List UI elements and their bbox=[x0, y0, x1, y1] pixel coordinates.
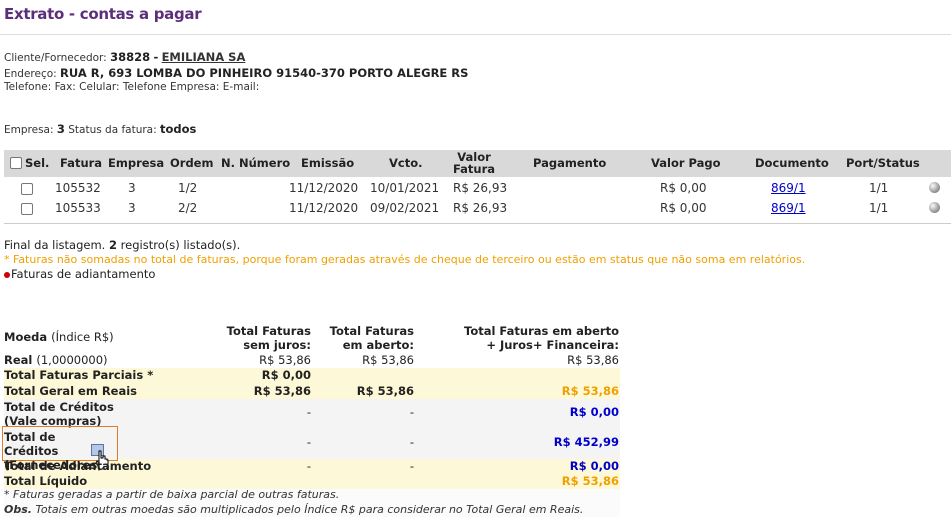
cell-valor-fatura: R$ 26,93 bbox=[453, 181, 508, 195]
header-pagamento: Pagamento bbox=[533, 156, 607, 170]
client-name-link[interactable]: EMILIANA SA bbox=[162, 50, 246, 64]
cell-vcto: 09/02/2021 bbox=[370, 201, 440, 215]
geral-em-aberto: R$ 53,86 bbox=[356, 384, 414, 398]
indice-label: (Índice R$) bbox=[51, 330, 114, 344]
page-title: Extrato - contas a pagar bbox=[4, 5, 202, 23]
record-count: 2 bbox=[109, 238, 118, 252]
cell-valor-pago: R$ 0,00 bbox=[660, 181, 707, 195]
real-sem-juros: R$ 53,86 bbox=[259, 353, 311, 367]
summary-note-obs: Obs. Totais em outras moedas são multipl… bbox=[4, 503, 583, 516]
header-valor-fatura: Valor Fatura bbox=[452, 150, 496, 176]
empresa-label: Empresa: bbox=[4, 124, 54, 136]
select-all-checkbox[interactable] bbox=[10, 157, 22, 169]
header-ordem: Ordem bbox=[170, 156, 214, 170]
empresa-value: 3 bbox=[56, 122, 65, 136]
document-link[interactable]: 869/1 bbox=[771, 201, 806, 215]
summary-label-vale-compras: Total de Créditos (Vale compras) bbox=[4, 400, 114, 428]
summary-label-adiantamento: Total de Adiantamento bbox=[4, 459, 152, 473]
header-fatura: Fatura bbox=[60, 156, 103, 170]
adiantamento-legend: Faturas de adiantamento bbox=[4, 267, 155, 281]
moeda-label: Moeda bbox=[4, 330, 48, 344]
listing-footer: Final da listagem. 2 registro(s) listado… bbox=[4, 238, 240, 252]
client-separator: - bbox=[153, 50, 159, 64]
status-value: todos bbox=[160, 122, 197, 136]
geral-sem-juros: R$ 53,86 bbox=[253, 384, 311, 398]
adiantamento-em-aberto: - bbox=[409, 459, 414, 473]
row-checkbox[interactable] bbox=[21, 183, 33, 195]
cell-emissao: 11/12/2020 bbox=[289, 201, 359, 215]
summary-label-real: Real (1,0000000) bbox=[4, 353, 108, 367]
summary-note-parciais: * Faturas geradas a partir de baixa parc… bbox=[4, 488, 340, 501]
final-suffix: registro(s) listado(s). bbox=[120, 238, 241, 252]
header-vcto: Vcto. bbox=[389, 156, 423, 170]
summary-label-geral: Total Geral em Reais bbox=[4, 384, 138, 398]
header-port-status: Port/Status bbox=[846, 156, 920, 170]
summary-header-sem-juros: Total Faturas sem juros: bbox=[226, 324, 311, 352]
header-valor-pago: Valor Pago bbox=[651, 156, 721, 170]
cell-vcto: 10/01/2021 bbox=[370, 181, 440, 195]
summary-label-liquido: Total Líquido bbox=[4, 474, 88, 488]
real-aberto-juros: R$ 53,86 bbox=[567, 353, 619, 367]
address-label: Endereço: bbox=[4, 68, 57, 80]
fornecedores-em-aberto: - bbox=[409, 435, 414, 449]
cell-fatura: 105532 bbox=[55, 181, 101, 195]
summary-header-moeda: Moeda (Índice R$) bbox=[4, 330, 114, 344]
geral-aberto-juros: R$ 53,86 bbox=[561, 384, 619, 398]
summary-label-parciais: Total Faturas Parciais * bbox=[4, 368, 154, 382]
liquido-aberto-juros: R$ 53,86 bbox=[561, 474, 619, 488]
cell-emissao: 11/12/2020 bbox=[289, 181, 359, 195]
adiantamento-sem-juros: - bbox=[306, 459, 311, 473]
row-checkbox[interactable] bbox=[21, 203, 33, 215]
cell-valor-fatura: R$ 26,93 bbox=[453, 201, 508, 215]
header-documento: Documento bbox=[755, 156, 829, 170]
client-code: 38828 bbox=[110, 50, 151, 64]
status-ball-icon[interactable] bbox=[929, 182, 940, 193]
adiantamento-aberto-juros: R$ 0,00 bbox=[569, 459, 619, 473]
client-label: Cliente/Fornecedor: bbox=[4, 52, 107, 64]
cell-valor-pago: R$ 0,00 bbox=[660, 201, 707, 215]
contacts-line: Telefone: Fax: Celular: Telefone Empresa… bbox=[4, 81, 260, 93]
header-emissao: Emissão bbox=[301, 156, 355, 170]
status-ball-icon[interactable] bbox=[929, 202, 940, 213]
red-dot-icon bbox=[4, 271, 10, 278]
cell-empresa: 3 bbox=[128, 181, 136, 195]
warning-text: * Faturas não somadas no total de fatura… bbox=[4, 253, 806, 266]
document-link[interactable]: 869/1 bbox=[771, 181, 806, 195]
address-value: RUA R, 693 LOMBA DO PINHEIRO 91540-370 P… bbox=[60, 66, 469, 80]
adiantamento-label: Faturas de adiantamento bbox=[11, 267, 156, 281]
vale-aberto-juros: R$ 0,00 bbox=[569, 405, 619, 419]
cell-empresa: 3 bbox=[128, 201, 136, 215]
header-sel: Sel. bbox=[25, 156, 50, 170]
status-label: Status da fatura: bbox=[68, 124, 157, 136]
cell-ordem: 2/2 bbox=[178, 201, 198, 215]
real-em-aberto: R$ 53,86 bbox=[362, 353, 414, 367]
cell-ordem: 1/2 bbox=[178, 181, 198, 195]
obs-label: Obs. bbox=[4, 503, 32, 516]
title-divider bbox=[0, 34, 951, 35]
client-line: Cliente/Fornecedor: 38828 - EMILIANA SA bbox=[4, 50, 245, 64]
real-label: Real bbox=[4, 353, 33, 367]
vale-em-aberto: - bbox=[409, 405, 414, 419]
parciais-sem-juros: R$ 0,00 bbox=[261, 368, 311, 382]
fornecedores-sem-juros: - bbox=[306, 435, 311, 449]
header-numero: N. Número bbox=[221, 156, 291, 170]
real-index: (1,0000000) bbox=[36, 353, 108, 367]
fornecedores-aberto-juros: R$ 452,99 bbox=[553, 435, 619, 449]
cell-port-status: 1/1 bbox=[869, 181, 889, 195]
filter-line: Empresa: 3 Status da fatura: todos bbox=[4, 122, 196, 136]
summary-header-aberto-juros: Total Faturas em aberto + Juros+ Finance… bbox=[464, 324, 619, 352]
obs-text: Totais em outras moedas são multiplicado… bbox=[35, 503, 584, 516]
cell-port-status: 1/1 bbox=[869, 201, 889, 215]
cell-fatura: 105533 bbox=[55, 201, 101, 215]
address-line: Endereço: RUA R, 693 LOMBA DO PINHEIRO 9… bbox=[4, 66, 468, 80]
final-prefix: Final da listagem. bbox=[4, 238, 106, 252]
grid-divider bbox=[4, 223, 951, 224]
summary-header-em-aberto: Total Faturas em aberto: bbox=[329, 324, 414, 352]
header-empresa: Empresa bbox=[108, 156, 165, 170]
vale-sem-juros: - bbox=[306, 405, 311, 419]
